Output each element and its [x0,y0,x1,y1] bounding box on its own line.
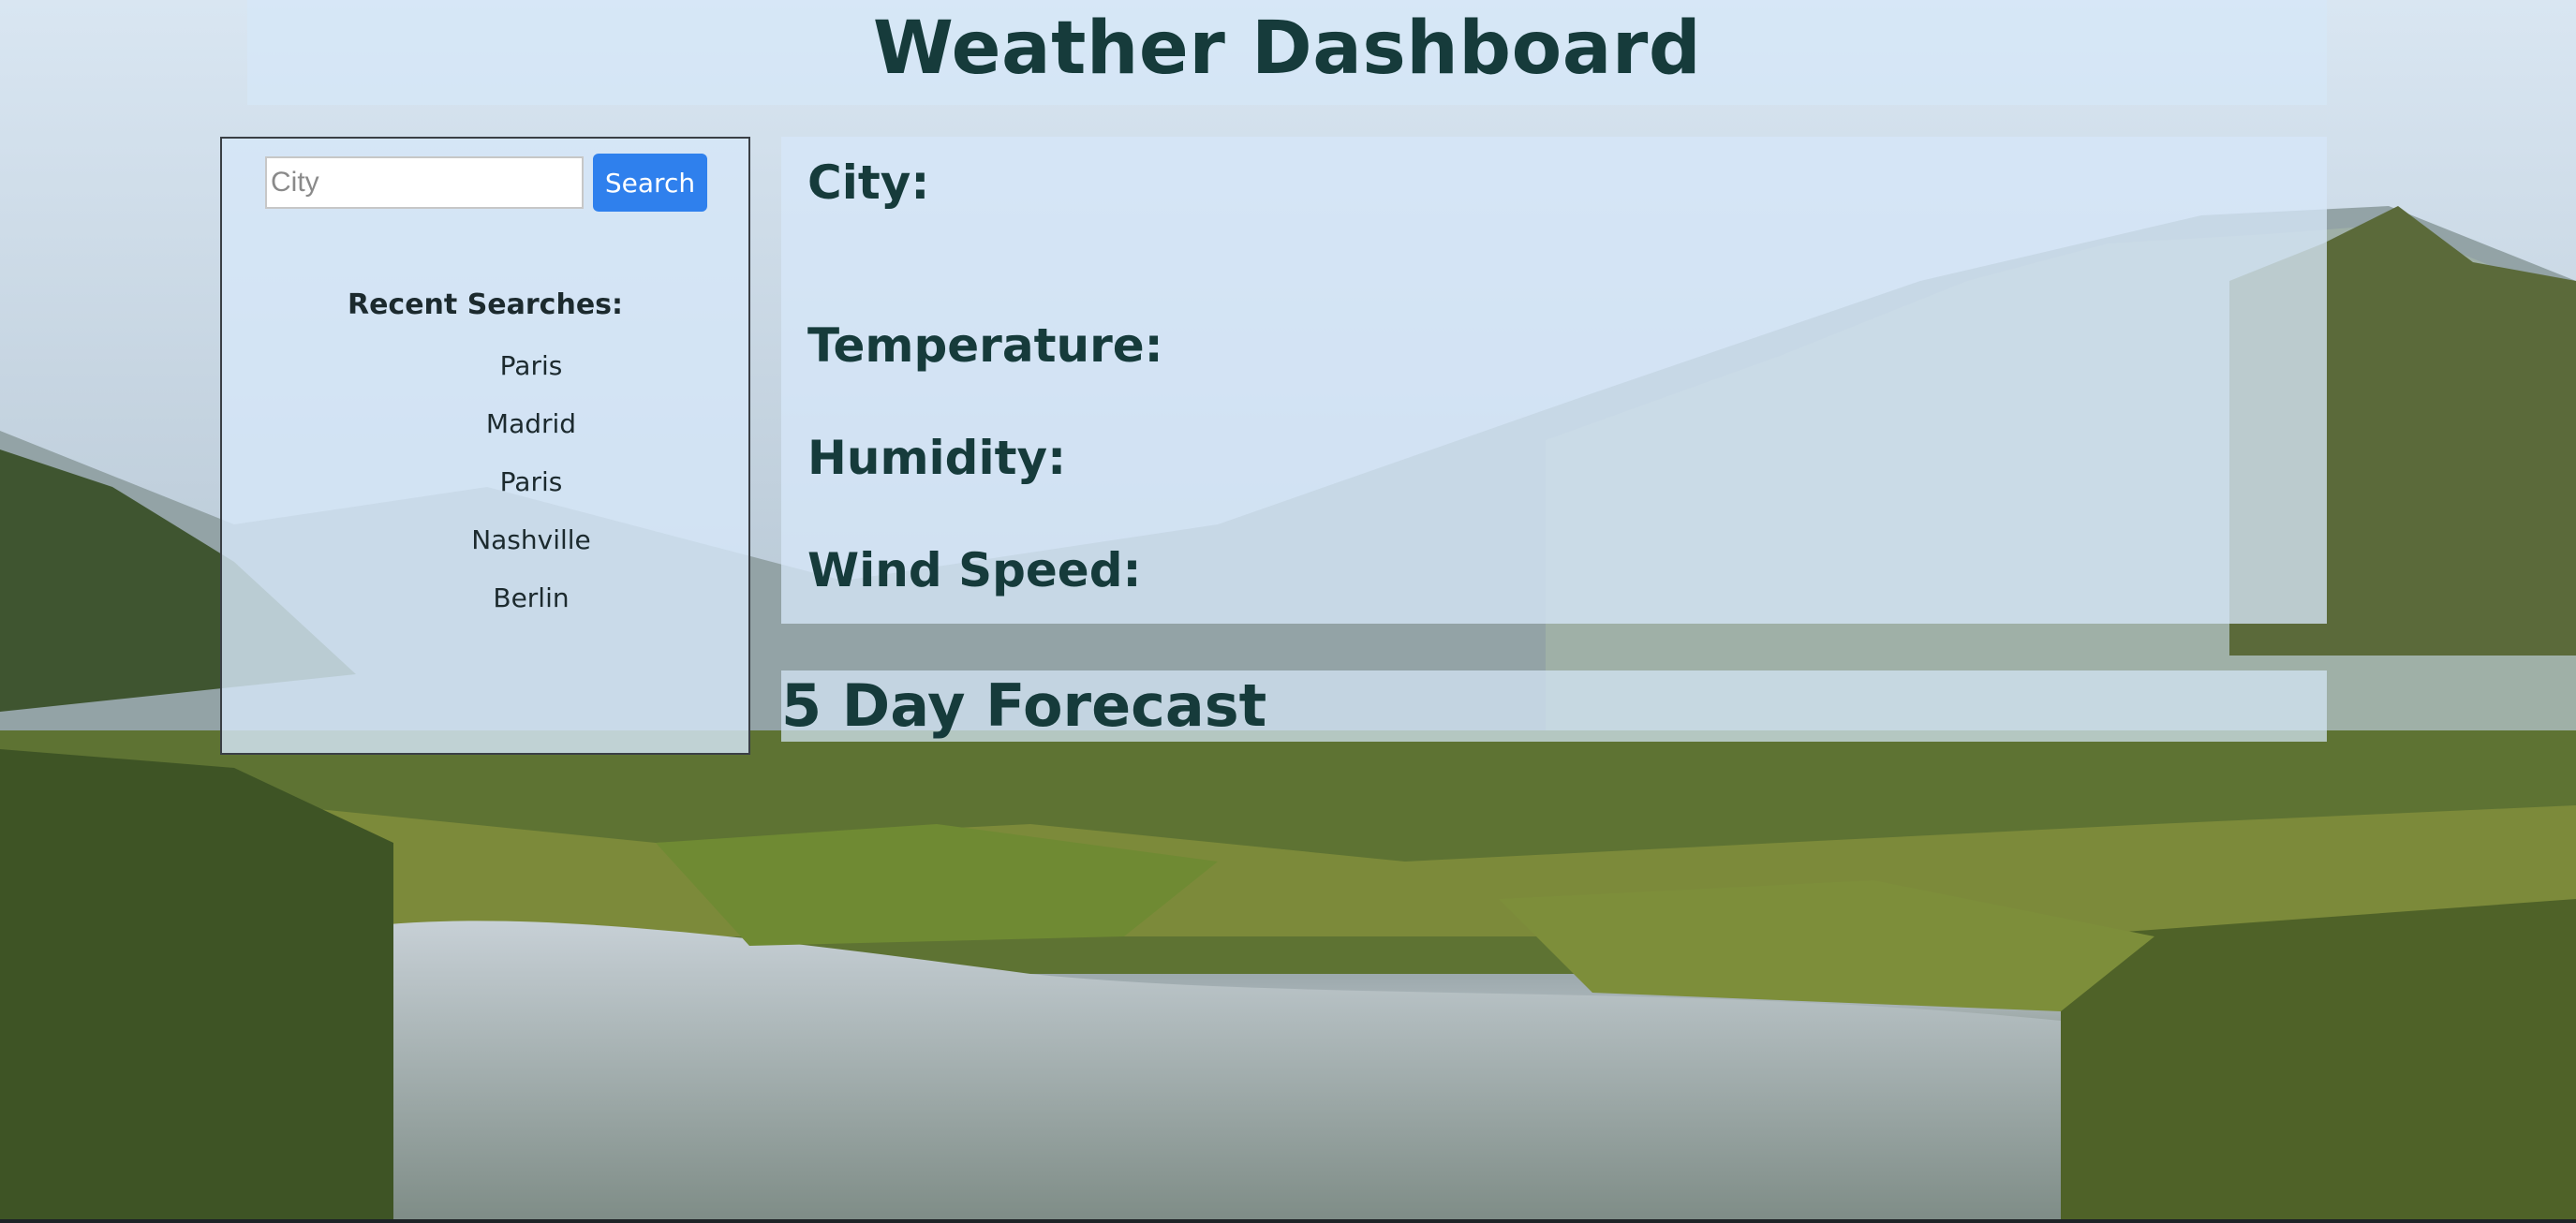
search-row: Search [265,154,707,212]
recent-searches-heading: Recent Searches: [347,288,624,321]
recent-search-item[interactable]: Madrid [437,408,625,466]
header-bar: Weather Dashboard [247,0,2327,105]
city-search-input[interactable] [265,156,584,209]
search-button[interactable]: Search [593,154,707,212]
city-label: City: [807,155,930,210]
forecast-header: 5 Day Forecast [781,670,2327,742]
current-weather-panel: City: Temperature: Humidity: Wind Speed: [781,137,2327,624]
search-sidebar: Search Recent Searches: Paris Madrid Par… [220,137,750,755]
recent-searches-list: Paris Madrid Paris Nashville Berlin [437,350,625,641]
wind-speed-label: Wind Speed: [807,543,1142,597]
page-title: Weather Dashboard [872,7,1702,91]
page-root: Weather Dashboard Search Recent Searches… [0,0,2576,1223]
recent-search-item[interactable]: Berlin [437,582,625,641]
recent-search-item[interactable]: Nashville [437,524,625,582]
humidity-label: Humidity: [807,431,1067,485]
recent-search-item[interactable]: Paris [437,350,625,408]
bottom-border [0,1219,2576,1223]
temperature-label: Temperature: [807,318,1163,373]
forecast-title: 5 Day Forecast [781,671,1267,740]
recent-search-item[interactable]: Paris [437,466,625,524]
